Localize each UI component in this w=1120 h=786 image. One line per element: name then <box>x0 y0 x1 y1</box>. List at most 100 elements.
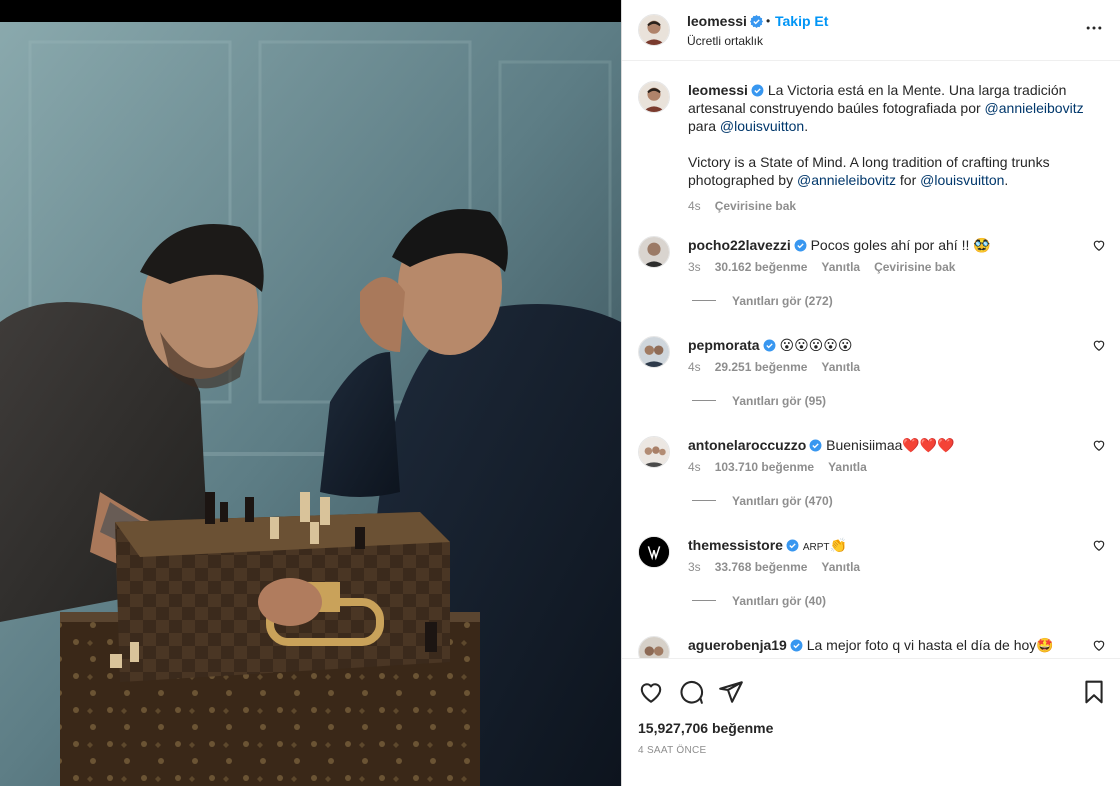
comment-item: pepmorata 😮😮😮😮😮 4s 29.251 beğenme Yanıtla … <box>622 336 1120 436</box>
verified-badge-icon <box>751 84 764 97</box>
comment-time[interactable]: 4s <box>688 360 701 374</box>
replies-line <box>692 400 716 401</box>
avatar[interactable] <box>638 81 670 113</box>
comment-emoji: 👏 <box>829 538 847 554</box>
comment-meta: 3s 33.768 beğenme Yanıtla <box>688 560 874 574</box>
view-replies-label: Yanıtları gör (470) <box>732 494 833 508</box>
caption-meta: 4s Çevirisine bak <box>688 197 1088 215</box>
comment-likes[interactable]: 30.162 beğenme <box>715 260 808 274</box>
comment-emoji: ❤️❤️❤️ <box>902 438 955 454</box>
post-timestamp[interactable]: 4 SAAT ÖNCE <box>638 745 707 756</box>
caption-text: for <box>896 172 921 188</box>
post-caption: leomessi La Victoria está en la Mente. U… <box>688 81 1088 215</box>
comment-meta: 4s 29.251 beğenme Yanıtla <box>688 360 874 374</box>
comment-likes[interactable]: 29.251 beğenme <box>715 360 808 374</box>
post-author[interactable]: leomessi <box>687 13 763 29</box>
avatar[interactable] <box>638 436 670 468</box>
comment-username[interactable]: aguerobenja19 <box>688 637 787 653</box>
replies-line <box>692 500 716 501</box>
comment-likes[interactable]: 33.768 beğenme <box>715 560 808 574</box>
replies-line <box>692 300 716 301</box>
replies-line <box>692 600 716 601</box>
see-translation-button[interactable]: Çevirisine bak <box>715 199 796 213</box>
comment-body: Buenisiimaa <box>826 437 903 453</box>
caption-english: Victory is a State of Mind. A long tradi… <box>688 153 1088 189</box>
view-replies-button[interactable]: Yanıtları gör (470) <box>692 494 833 508</box>
comment-text: pepmorata 😮😮😮😮😮 <box>688 336 1078 355</box>
heart-icon[interactable] <box>638 679 664 705</box>
caption-username[interactable]: leomessi <box>688 82 748 98</box>
mention-link[interactable]: @louisvuitton <box>720 118 804 134</box>
comment-like-heart-icon[interactable] <box>1092 638 1106 652</box>
verified-badge-icon <box>790 639 803 652</box>
comments-scroll-area[interactable]: leomessi La Victoria está en la Mente. U… <box>622 61 1120 658</box>
verified-badge-icon <box>749 15 763 28</box>
view-replies-button[interactable]: Yanıtları gör (272) <box>692 294 833 308</box>
comment-text: aguerobenja19 La mejor foto q vi hasta e… <box>688 636 1078 655</box>
comment-username[interactable]: pepmorata <box>688 337 760 353</box>
mention-link[interactable]: @annieleibovitz <box>797 172 896 188</box>
comment-username[interactable]: pocho22lavezzi <box>688 237 791 253</box>
avatar[interactable] <box>638 536 670 568</box>
likes-count[interactable]: 15,927,706 beğenme <box>638 720 773 736</box>
bookmark-icon[interactable] <box>1081 679 1107 705</box>
avatar[interactable] <box>638 636 670 658</box>
comment-item: antonelaroccuzzo Buenisiimaa❤️❤️❤️ 4s 103… <box>622 436 1120 536</box>
caption-spanish: leomessi La Victoria está en la Mente. U… <box>688 81 1088 135</box>
comment-emoji: 🥸 <box>973 238 991 254</box>
comment-body: ARPT <box>802 542 830 553</box>
avatar[interactable] <box>638 336 670 368</box>
view-replies-label: Yanıtları gör (40) <box>732 594 827 608</box>
comment-item: themessistore ARPT👏 3s 33.768 beğenme Yanı… <box>622 536 1120 636</box>
verified-badge-icon <box>786 539 799 552</box>
caption-text: . <box>1004 172 1009 188</box>
mention-link[interactable]: @louisvuitton <box>920 172 1004 188</box>
comment-icon[interactable] <box>678 679 704 705</box>
comment-username[interactable]: themessistore <box>688 537 783 553</box>
comment-body: La mejor foto q vi hasta el día de hoy <box>806 637 1037 653</box>
comment-like-heart-icon[interactable] <box>1092 438 1106 452</box>
follow-button[interactable]: Takip Et <box>775 13 828 29</box>
comment-body: Pocos goles ahí por ahí !! <box>810 237 974 253</box>
comment-time[interactable]: 3s <box>688 560 701 574</box>
view-replies-label: Yanıtları gör (272) <box>732 294 833 308</box>
comment-like-heart-icon[interactable] <box>1092 538 1106 552</box>
reply-button[interactable]: Yanıtla <box>828 460 867 474</box>
chess-photo-illustration <box>0 22 621 786</box>
avatar[interactable] <box>638 14 670 46</box>
caption-text: . <box>804 118 809 134</box>
comment-emoji: 😮😮😮😮😮 <box>779 338 853 354</box>
reply-button[interactable]: Yanıtla <box>821 260 860 274</box>
reply-button[interactable]: Yanıtla <box>821 360 860 374</box>
comment-time[interactable]: 4s <box>688 460 701 474</box>
post-actions: 15,927,706 beğenme 4 SAAT ÖNCE <box>622 658 1120 786</box>
verified-badge-icon <box>763 339 776 352</box>
comment-username[interactable]: antonelaroccuzzo <box>688 437 806 453</box>
comment-text: antonelaroccuzzo Buenisiimaa❤️❤️❤️ <box>688 436 1078 455</box>
more-horizontal-icon[interactable] <box>1084 18 1104 38</box>
comment-item: pocho22lavezzi Pocos goles ahí por ahí !… <box>622 236 1120 336</box>
mention-link[interactable]: @annieleibovitz <box>985 100 1084 116</box>
post-photo[interactable] <box>0 22 621 786</box>
comment-meta: 4s 103.710 beğenme Yanıtla <box>688 460 881 474</box>
paid-partnership-label[interactable]: Ücretli ortaklık <box>687 34 763 48</box>
separator-dot: • <box>766 14 771 28</box>
share-icon[interactable] <box>718 679 744 705</box>
verified-badge-icon <box>809 439 822 452</box>
avatar[interactable] <box>638 236 670 268</box>
see-translation-button[interactable]: Çevirisine bak <box>874 260 955 274</box>
caption-time[interactable]: 4s <box>688 199 701 213</box>
verified-badge-icon <box>794 239 807 252</box>
caption-text: para <box>688 118 720 134</box>
reply-button[interactable]: Yanıtla <box>821 560 860 574</box>
view-replies-button[interactable]: Yanıtları gör (40) <box>692 594 826 608</box>
comment-like-heart-icon[interactable] <box>1092 338 1106 352</box>
view-replies-button[interactable]: Yanıtları gör (95) <box>692 394 826 408</box>
username[interactable]: leomessi <box>687 13 747 29</box>
comment-likes[interactable]: 103.710 beğenme <box>715 460 814 474</box>
comment-text: themessistore ARPT👏 <box>688 536 1078 557</box>
comment-like-heart-icon[interactable] <box>1092 238 1106 252</box>
comment-meta: 3s 30.162 beğenme Yanıtla Çevirisine bak <box>688 260 969 274</box>
comment-time[interactable]: 3s <box>688 260 701 274</box>
comment-text: pocho22lavezzi Pocos goles ahí por ahí !… <box>688 236 1078 255</box>
